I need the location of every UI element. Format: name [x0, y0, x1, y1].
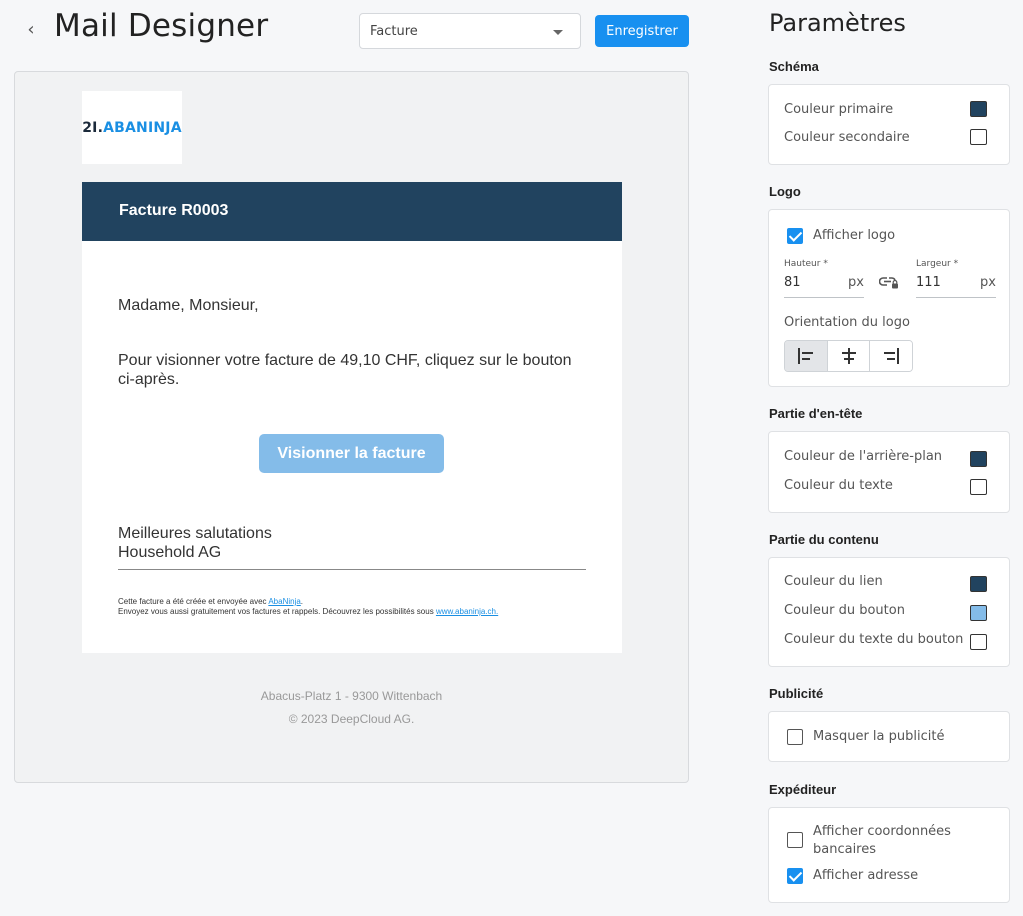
email-footer-text: Cette facture a été créée et envoyée ave…: [118, 597, 498, 617]
button-text-color-label: Couleur du texte du bouton: [784, 632, 964, 647]
template-select-value: Facture: [370, 23, 418, 39]
sender-card: Afficher coordonnées bancaires Afficher …: [768, 807, 1010, 903]
show-address-checkbox[interactable]: [787, 868, 803, 884]
link-color-swatch[interactable]: [970, 576, 987, 592]
email-paragraph: Pour visionner votre facture de 49,10 CH…: [118, 352, 572, 388]
orientation-label: Orientation du logo: [784, 315, 910, 330]
secondary-color-label: Couleur secondaire: [784, 130, 910, 145]
logo-brand: ABANINJA: [103, 119, 182, 136]
section-logo-title: Logo: [769, 184, 801, 199]
back-icon[interactable]: ‹: [22, 17, 40, 41]
height-label: Hauteur *: [784, 259, 828, 269]
section-sender-title: Expéditeur: [769, 782, 837, 797]
footer-text-2: Envoyez vous aussi gratuitement vos fact…: [118, 607, 436, 616]
show-address-label: Afficher adresse: [813, 868, 919, 883]
height-unit: px: [848, 275, 864, 290]
show-logo-label: Afficher logo: [813, 228, 896, 243]
logo-card: Afficher logo Hauteur * 81 px Largeur * …: [768, 209, 1010, 387]
show-logo-checkbox[interactable]: [787, 228, 803, 244]
show-bank-details-checkbox[interactable]: [787, 832, 803, 848]
footer-copyright: © 2023 DeepCloud AG.: [288, 712, 415, 726]
section-header-title: Partie d'en-tête: [769, 406, 863, 421]
align-left-icon: [797, 348, 813, 364]
company-name: Household AG: [118, 544, 222, 561]
hide-ads-label: Masquer la publicité: [813, 729, 945, 744]
schema-card: Couleur primaire Couleur secondaire: [768, 84, 1010, 165]
align-center-button[interactable]: [827, 341, 871, 371]
align-right-button[interactable]: [870, 341, 912, 371]
email-logo: 2I.ABANINJA: [82, 91, 182, 164]
template-select[interactable]: Facture: [359, 13, 581, 49]
save-button[interactable]: Enregistrer: [595, 15, 689, 47]
align-right-icon: [884, 348, 900, 364]
section-content-title: Partie du contenu: [769, 532, 879, 547]
divider: [118, 569, 586, 570]
logo-number: 2I.: [82, 119, 104, 136]
chevron-down-icon: [553, 30, 563, 35]
page-title: Mail Designer: [54, 8, 269, 44]
email-greeting: Madame, Monsieur,: [118, 297, 259, 314]
email-body: Madame, Monsieur, Pour visionner votre f…: [82, 241, 622, 653]
hide-ads-checkbox[interactable]: [787, 729, 803, 745]
link-lock-icon[interactable]: [878, 274, 901, 295]
primary-color-swatch[interactable]: [970, 101, 987, 117]
orientation-toggle: [784, 340, 913, 372]
header-bg-color-swatch[interactable]: [970, 451, 987, 467]
header-bg-color-label: Couleur de l'arrière-plan: [784, 449, 943, 464]
ads-card: Masquer la publicité: [768, 711, 1010, 762]
section-schema-title: Schéma: [769, 59, 819, 74]
button-text-color-swatch[interactable]: [970, 634, 987, 650]
footer-text-1-suffix: .: [300, 597, 304, 606]
section-ads-title: Publicité: [769, 686, 824, 701]
show-bank-details-label: Afficher coordonnées bancaires: [813, 824, 951, 857]
secondary-color-swatch[interactable]: [970, 129, 987, 145]
abaninja-link[interactable]: AbaNinja: [268, 597, 300, 606]
width-underline: [916, 297, 996, 298]
width-label: Largeur *: [916, 259, 959, 269]
height-underline: [784, 297, 864, 298]
button-color-swatch[interactable]: [970, 605, 987, 621]
email-header-title: Facture R0003: [119, 202, 229, 219]
settings-title: Paramètres: [769, 9, 906, 37]
header-text-color-label: Couleur du texte: [784, 478, 893, 493]
email-header: Facture R0003: [82, 182, 622, 241]
header-card: Couleur de l'arrière-plan Couleur du tex…: [768, 431, 1010, 513]
footer-text-1: Cette facture a été créée et envoyée ave…: [118, 597, 269, 606]
align-left-button[interactable]: [785, 341, 828, 371]
footer-address: Abacus-Platz 1 - 9300 Wittenbach: [260, 689, 443, 703]
regards-line: Meilleures salutations: [118, 525, 272, 542]
email-regards: Meilleures salutations Household AG: [118, 524, 272, 562]
view-invoice-button[interactable]: Visionner la facture: [259, 434, 444, 473]
link-color-label: Couleur du lien: [784, 574, 883, 589]
website-link[interactable]: www.abaninja.ch.: [436, 607, 498, 616]
primary-color-label: Couleur primaire: [784, 102, 894, 117]
width-input[interactable]: 111: [916, 275, 941, 290]
width-unit: px: [980, 275, 996, 290]
email-preview: 2I.ABANINJA Facture R0003 Madame, Monsie…: [14, 71, 689, 783]
content-card: Couleur du lien Couleur du bouton Couleu…: [768, 557, 1010, 667]
height-input[interactable]: 81: [784, 275, 801, 290]
header-text-color-swatch[interactable]: [970, 479, 987, 495]
align-center-icon: [841, 348, 856, 364]
button-color-label: Couleur du bouton: [784, 603, 905, 618]
